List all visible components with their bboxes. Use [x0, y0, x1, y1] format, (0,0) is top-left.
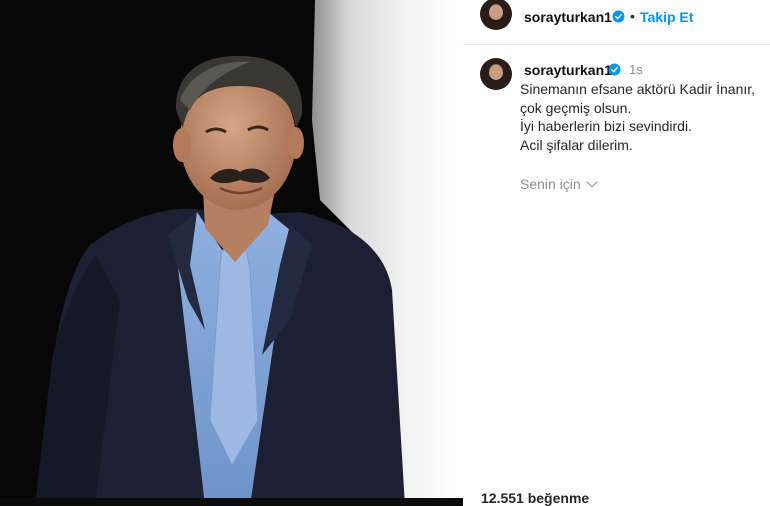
verified-badge-icon — [612, 10, 625, 23]
header-username[interactable]: sorayturkan1 — [524, 9, 612, 25]
for-you-dropdown[interactable]: Senin için — [520, 176, 598, 192]
post-photo-illustration — [0, 0, 463, 506]
caption-timestamp[interactable]: 1s — [629, 62, 643, 77]
caption-line: çok geçmiş olsun. — [520, 99, 632, 116]
caption-avatar[interactable] — [480, 58, 512, 90]
post-side-panel: sorayturkan1 • Takip Et sorayturkan1 1s … — [463, 0, 770, 506]
for-you-label: Senin için — [520, 176, 581, 192]
caption-line: Acil şifalar dilerim. — [520, 136, 633, 153]
post-header: sorayturkan1 • Takip Et — [463, 0, 770, 45]
chevron-down-icon — [586, 176, 598, 188]
caption-line: İyi haberlerin bizi sevindirdi. — [520, 118, 692, 134]
likes-count[interactable]: 12.551 beğenme — [481, 490, 589, 506]
caption-text: Sinemanın efsane aktörü Kadir İnanır, ço… — [520, 80, 755, 154]
avatar[interactable] — [480, 0, 512, 30]
caption-username[interactable]: sorayturkan1 — [524, 62, 612, 78]
caption-line: Sinemanın efsane aktörü Kadir İnanır, — [520, 81, 756, 97]
verified-badge-icon — [608, 63, 621, 76]
post-photo — [0, 0, 463, 506]
follow-button[interactable]: Takip Et — [640, 9, 693, 25]
separator-dot: • — [630, 8, 635, 24]
